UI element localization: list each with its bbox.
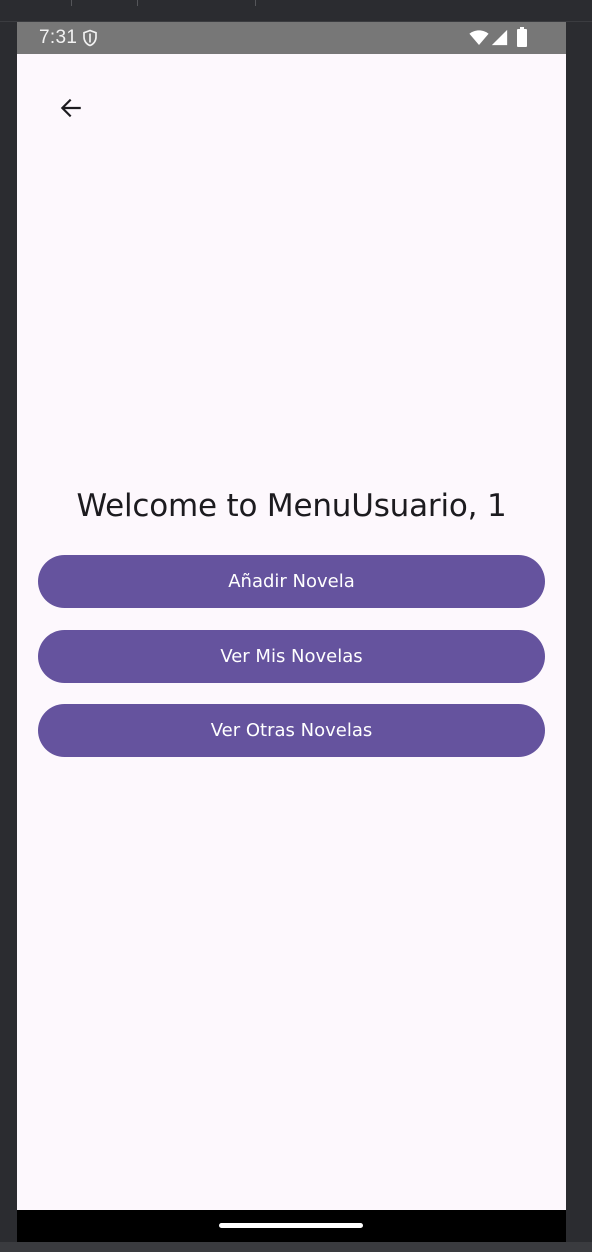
status-time: 7:31 [39,27,78,48]
wifi-icon [469,30,489,45]
arrow-left-icon [60,98,81,118]
other-novels-button[interactable]: Ver Otras Novelas [38,704,545,757]
toolbar-divider [137,0,138,6]
add-novel-button[interactable]: Añadir Novela [38,555,545,608]
navigation-bar [17,1210,566,1242]
cellular-signal-icon [491,29,508,46]
toolbar-divider [71,0,72,6]
shield-icon [83,29,97,47]
back-button[interactable] [45,86,97,130]
home-gesture-handle[interactable] [219,1223,363,1228]
page-title: Welcome to MenuUsuario, 1 [76,488,507,524]
my-novels-button[interactable]: Ver Mis Novelas [38,630,545,683]
emulator-bottom-frame [0,1242,592,1252]
toolbar-divider [255,0,256,6]
status-bar: 7:31 [17,22,566,54]
emulator-toolbar [0,0,592,22]
battery-icon [517,27,527,47]
phone-screen: 7:31 Welcome to MenuUsuario, 1 Añadir No… [17,22,566,1242]
